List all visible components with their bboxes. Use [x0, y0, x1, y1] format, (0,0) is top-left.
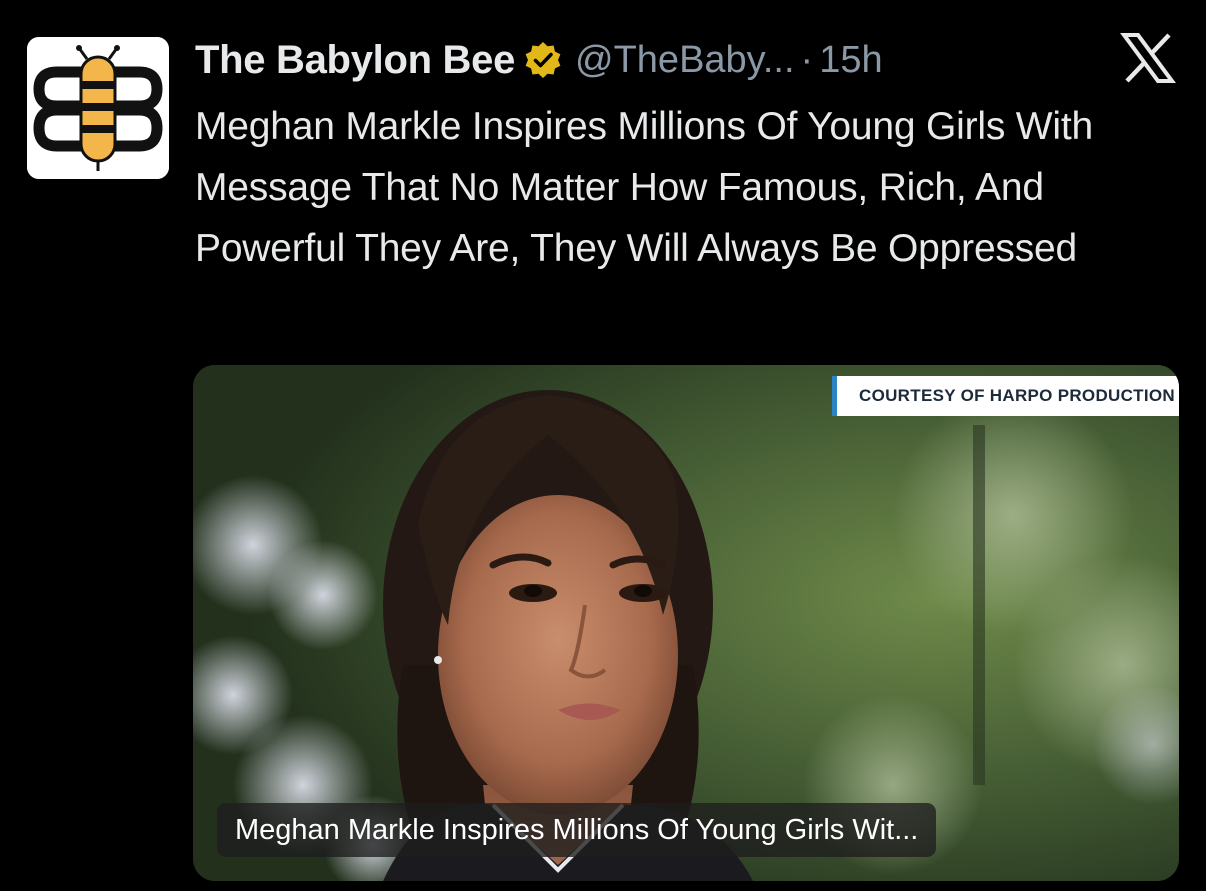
caption-text: Meghan Markle Inspires Millions Of Young…: [235, 813, 919, 846]
credit-overlay: COURTESY OF HARPO PRODUCTION: [832, 376, 1179, 416]
tweet-card[interactable]: The Babylon Bee @TheBaby... · 15h Meghan…: [0, 0, 1206, 891]
post-text: Meghan Markle Inspires Millions Of Young…: [195, 105, 1093, 270]
media-card[interactable]: COURTESY OF HARPO PRODUCTION Meghan Mark…: [193, 365, 1179, 881]
post-header: The Babylon Bee @TheBaby... · 15h: [195, 34, 883, 86]
media-caption[interactable]: Meghan Markle Inspires Millions Of Young…: [217, 803, 937, 857]
verified-badge-icon[interactable]: [523, 40, 563, 80]
handle[interactable]: @TheBaby...: [575, 39, 795, 82]
avatar[interactable]: [27, 37, 169, 179]
timestamp[interactable]: 15h: [819, 39, 882, 82]
credit-text: COURTESY OF HARPO PRODUCTION: [859, 386, 1175, 405]
babylon-bee-logo-icon: [27, 37, 169, 179]
separator-dot: ·: [800, 38, 814, 81]
display-name[interactable]: The Babylon Bee: [195, 38, 515, 83]
x-logo-icon: [1120, 33, 1176, 83]
